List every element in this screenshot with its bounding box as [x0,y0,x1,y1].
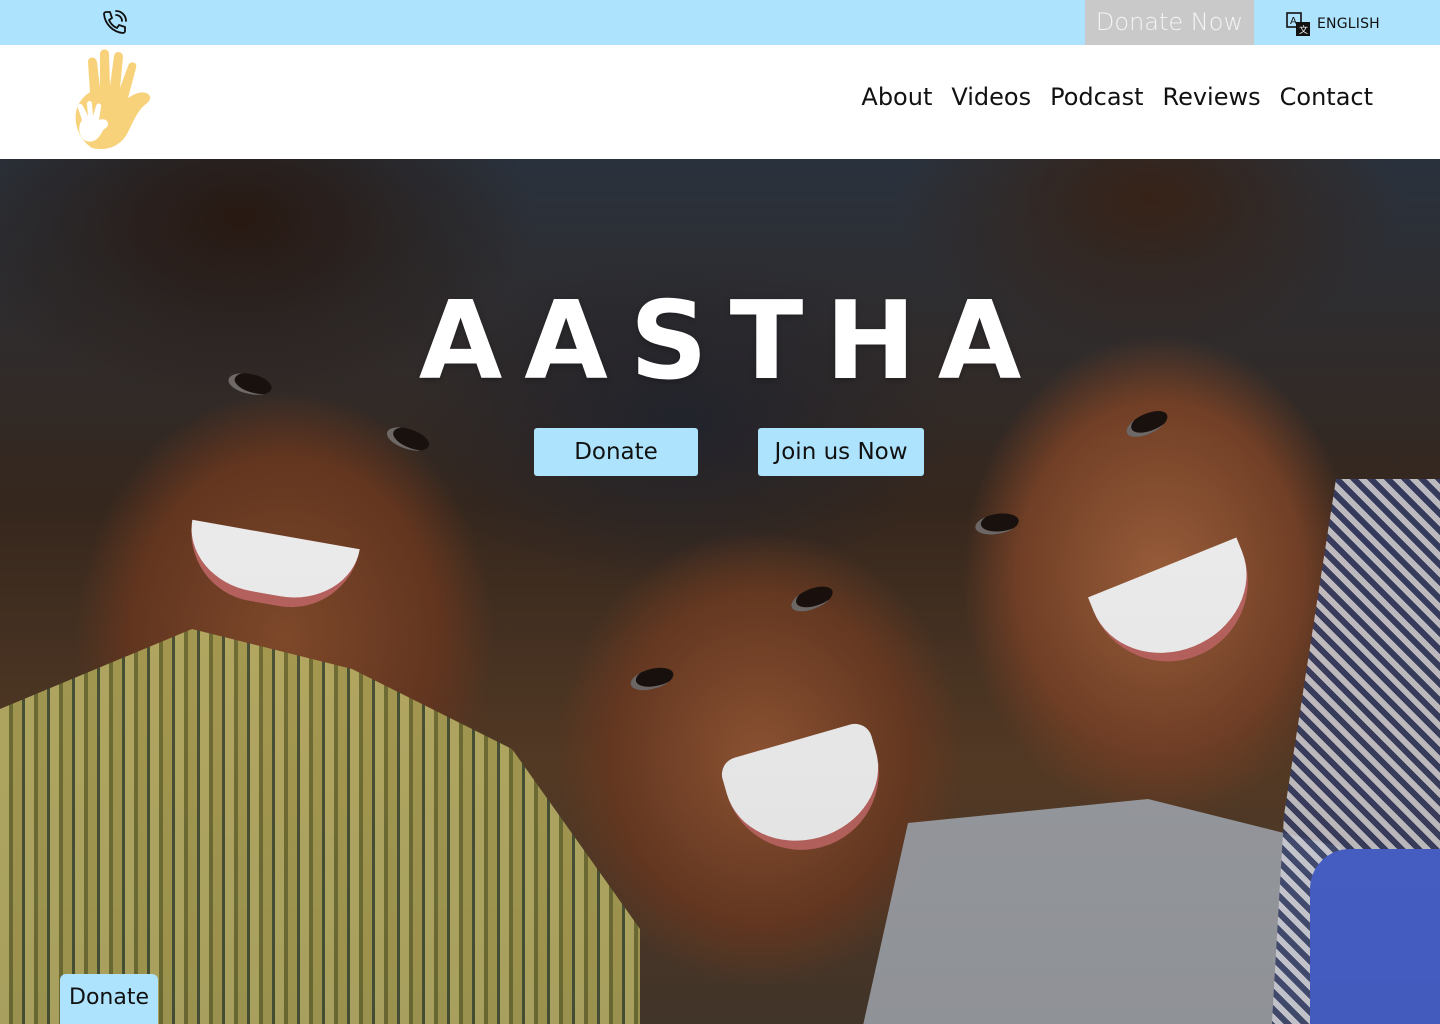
floating-donate-button[interactable]: Donate [60,974,158,1024]
hero-title: AASTHA [418,279,1044,404]
language-selector[interactable]: A 文 ENGLISH [1286,11,1380,37]
hero-donate-button[interactable]: Donate [534,428,698,476]
main-nav: About Videos Podcast Reviews Contact [861,83,1373,111]
donate-now-button[interactable]: Donate Now [1085,0,1254,45]
hero-banner: AASTHA Donate Join us Now [0,159,1440,1024]
nav-contact[interactable]: Contact [1280,83,1373,111]
nav-podcast[interactable]: Podcast [1050,83,1143,111]
svg-text:A: A [1290,16,1297,27]
nav-about[interactable]: About [861,83,932,111]
nav-reviews[interactable]: Reviews [1162,83,1260,111]
language-label: ENGLISH [1317,16,1380,32]
phone-icon[interactable] [100,9,128,37]
site-header: About Videos Podcast Reviews Contact [0,45,1440,159]
svg-text:文: 文 [1299,24,1308,36]
hand-logo-icon[interactable] [62,48,158,158]
top-utility-bar: Donate Now A 文 ENGLISH [0,0,1440,45]
join-us-button[interactable]: Join us Now [758,428,924,476]
translate-icon: A 文 [1286,11,1310,36]
nav-videos[interactable]: Videos [951,83,1031,111]
